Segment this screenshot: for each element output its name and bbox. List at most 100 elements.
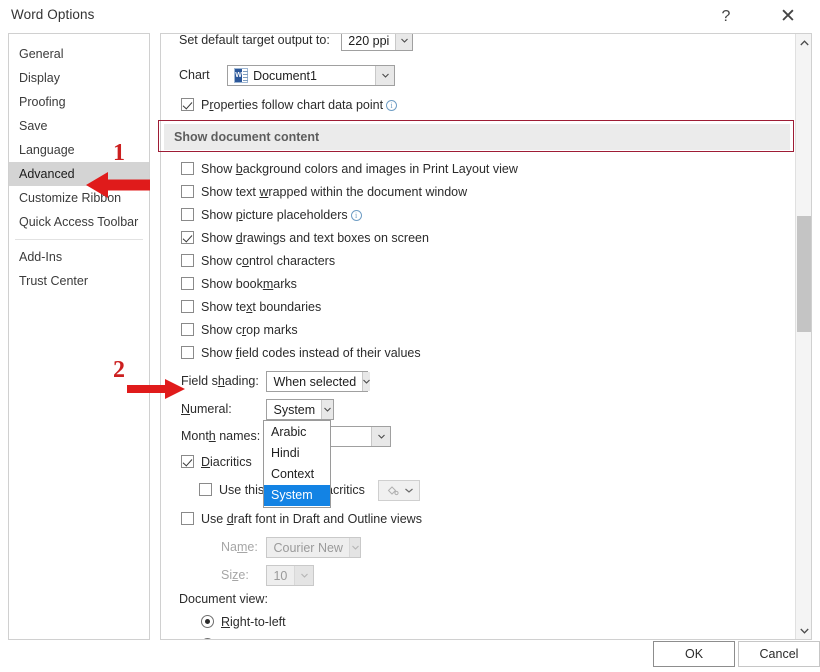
sidebar-item-display[interactable]: Display [9,66,149,90]
sidebar-item-label: Proofing [19,95,66,109]
help-icon[interactable]: ? [706,0,746,33]
font-name-value: Courier New [273,540,343,555]
target-output-dropdown[interactable]: 220 ppi [341,33,414,51]
sidebar-divider [15,239,143,240]
sidebar-item-general[interactable]: General [9,42,149,66]
cancel-button[interactable]: Cancel [738,641,820,667]
chart-document-value: Document1 [253,68,317,83]
options-panel: Set default target output to: 220 ppi Ch… [160,33,812,640]
checkbox-box[interactable] [181,185,194,198]
scroll-up-button[interactable] [796,34,812,51]
sidebar-item-add-ins[interactable]: Add-Ins [9,245,149,269]
month-names-label: Month names: [181,428,261,443]
numeral-label: Numeral: [181,401,232,416]
sidebar-item-label: Language [19,143,75,157]
scroll-down-button[interactable] [796,622,812,639]
annotation-number-2: 2 [113,357,125,383]
chevron-down-icon [375,66,395,85]
checkbox-box[interactable] [181,323,194,336]
font-size-row: Size: 10 [221,565,315,586]
title-bar: Word Options ? ✕ [0,0,820,33]
checkbox-box[interactable] [181,254,194,267]
checkbox-show-bookmarks[interactable]: Show bookmarks [181,277,297,291]
annotation-arrow-2 [125,377,187,404]
checkbox-show-drawings[interactable]: Show drawings and text boxes on screen [181,231,429,245]
font-size-label: Size: [221,567,249,582]
font-name-dropdown[interactable]: Courier New [266,537,362,558]
checkbox-box[interactable] [199,482,212,496]
checkbox-box[interactable] [181,346,194,359]
field-shading-row: Field shading: When selected [181,371,371,392]
sidebar-item-proofing[interactable]: Proofing [9,90,149,114]
chevron-down-icon [294,566,314,585]
section-header-show-document-content: Show document content [164,124,790,150]
checkbox-box[interactable] [181,208,194,221]
checkbox-show-text-wrapped[interactable]: Show text wrapped within the document wi… [181,185,467,199]
checkbox-box[interactable] [181,300,194,313]
paint-bucket-icon[interactable] [378,480,421,501]
font-name-row: Name: Courier New [221,537,362,558]
ok-button[interactable]: OK [653,641,735,667]
checkbox-box[interactable] [181,277,194,290]
checkbox-box[interactable] [181,455,194,468]
checkbox-show-picture-placeholders[interactable]: Show picture placeholders i [181,208,362,222]
checkbox-box[interactable] [181,162,194,175]
checkbox-show-field-codes[interactable]: Show field codes instead of their values [181,346,421,360]
checkbox-box[interactable] [181,231,194,244]
sidebar-item-save[interactable]: Save [9,114,149,138]
info-icon[interactable]: i [350,210,362,221]
checkbox-diacritics[interactable]: Diacritics [181,455,252,469]
numeral-option-context[interactable]: Context [264,464,330,485]
font-size-value: 10 [273,568,288,583]
field-shading-label: Field shading: [181,373,259,388]
chevron-down-icon [321,400,334,419]
checkbox-show-background-colors[interactable]: Show background colors and images in Pri… [181,162,518,176]
chevron-down-icon [799,628,809,634]
properties-follow-chart-row[interactable]: Properties follow chart data point i [181,98,398,112]
checkbox-show-text-boundaries[interactable]: Show text boundaries [181,300,321,314]
properties-follow-chart-checkbox[interactable] [181,98,194,111]
vertical-scrollbar[interactable] [795,34,811,639]
options-scroll-content: Set default target output to: 220 ppi Ch… [161,34,793,639]
window-title: Word Options [11,7,95,22]
numeral-option-system[interactable]: System [264,485,330,506]
chevron-down-icon [395,34,413,50]
numeral-row: Numeral: System [181,399,335,420]
font-size-dropdown[interactable]: 10 [266,565,315,586]
radio-right-to-left[interactable]: Right-to-left [201,615,286,629]
sidebar-item-trust-center[interactable]: Trust Center [9,269,149,293]
chevron-down-icon [371,427,391,446]
sidebar-item-label: Advanced [19,167,75,181]
scrollbar-thumb[interactable] [797,216,811,332]
chart-document-dropdown[interactable]: W Document1 [227,65,396,86]
target-output-label: Set default target output to: [179,33,330,47]
sidebar: General Display Proofing Save Language A… [8,33,150,640]
document-view-label: Document view: [179,592,268,606]
close-icon[interactable]: ✕ [768,0,808,33]
numeral-option-arabic[interactable]: Arabic [264,422,330,443]
checkbox-show-control-characters[interactable]: Show control characters [181,254,335,268]
target-output-value: 220 ppi [348,33,390,48]
checkbox-show-crop-marks[interactable]: Show crop marks [181,323,298,337]
radio-button[interactable] [201,638,214,639]
checkbox-use-draft-font[interactable]: Use draft font in Draft and Outline view… [181,512,422,526]
sidebar-item-quick-access-toolbar[interactable]: Quick Access Toolbar [9,210,149,234]
radio-button[interactable] [201,615,214,628]
chevron-up-icon [799,39,809,45]
sidebar-list: General Display Proofing Save Language A… [9,34,149,293]
chevron-down-icon [362,372,371,391]
sidebar-item-label: Display [19,71,60,85]
numeral-dropdown[interactable]: System [266,399,335,420]
numeral-dropdown-list[interactable]: Arabic Hindi Context System [263,420,331,508]
annotation-arrow-1 [84,170,152,203]
field-shading-dropdown[interactable]: When selected [266,371,371,392]
sidebar-item-label: Quick Access Toolbar [19,215,139,229]
sidebar-item-label: General [19,47,64,61]
radio-left-to-right[interactable]: Left-to-right [201,638,285,639]
checkbox-box[interactable] [181,512,194,525]
numeral-option-hindi[interactable]: Hindi [264,443,330,464]
sidebar-item-language[interactable]: Language [9,138,149,162]
font-name-label: Name: [221,539,258,554]
chart-row: Chart W Document1 [179,65,396,86]
info-icon[interactable]: i [386,100,398,111]
